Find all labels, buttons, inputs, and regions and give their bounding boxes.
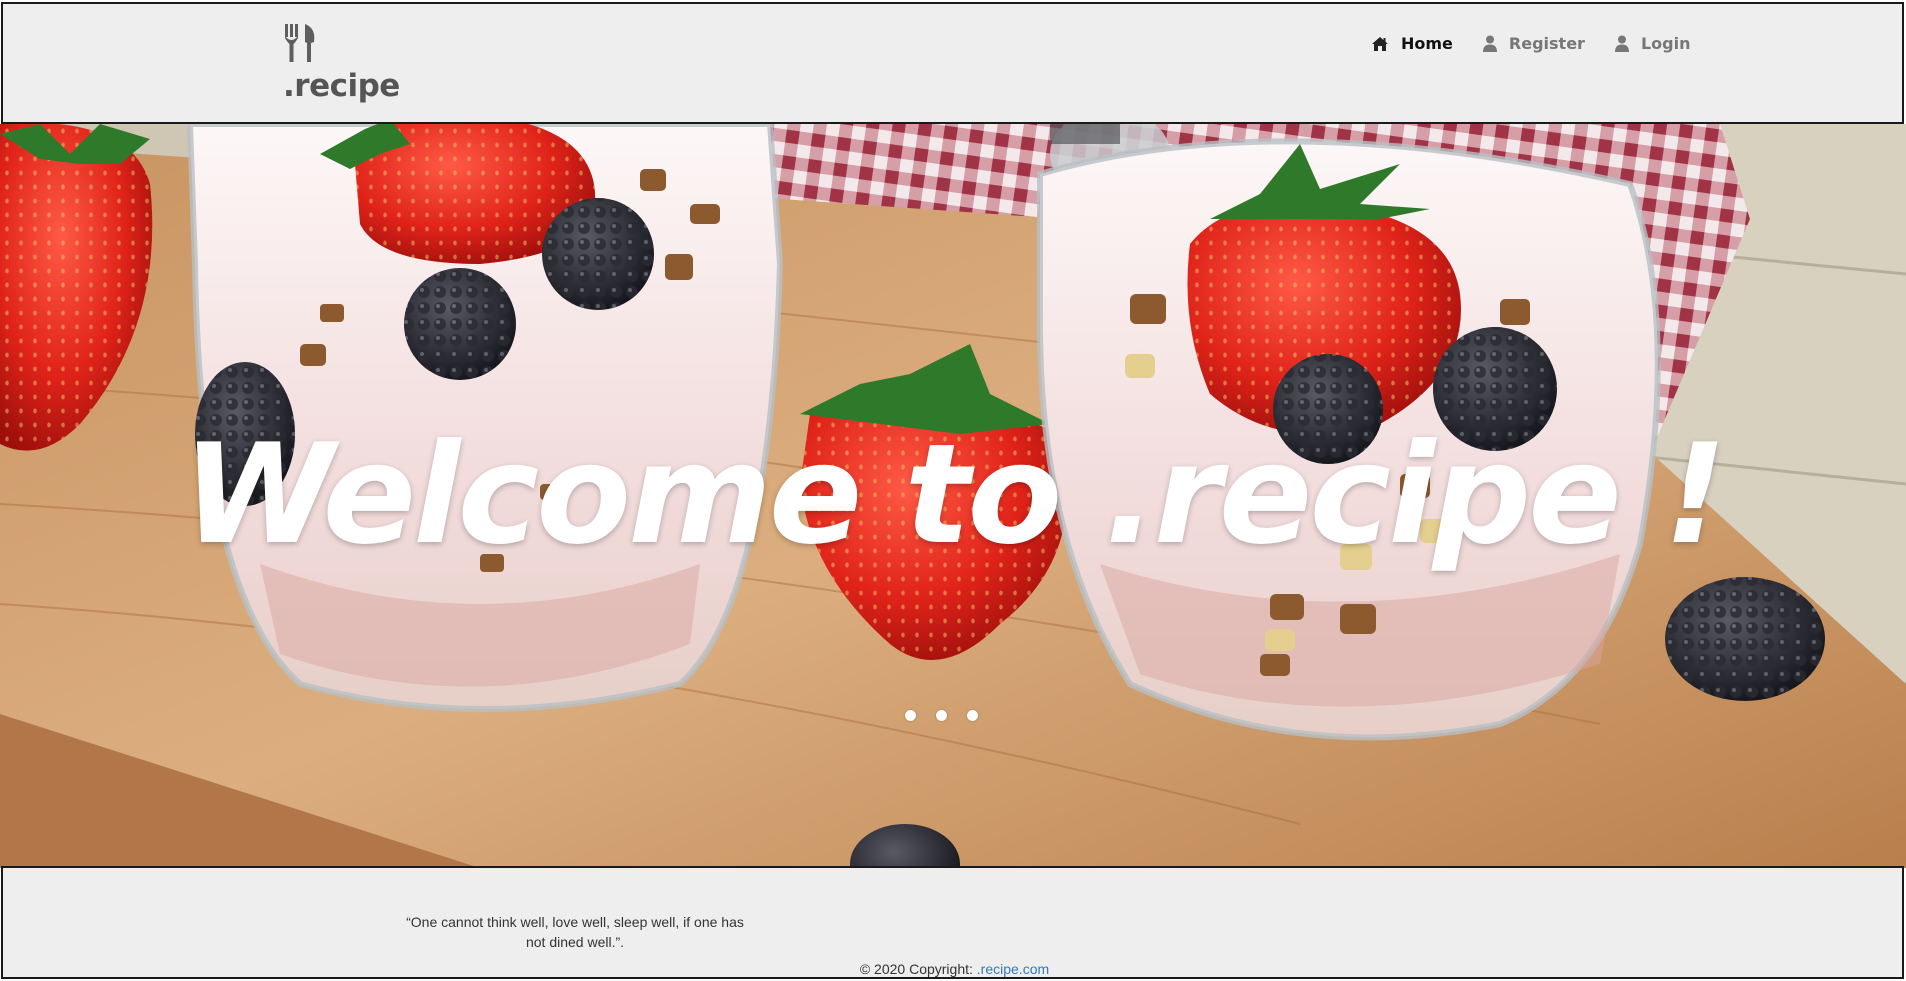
nav-login-label: Login (1640, 34, 1691, 53)
nav-register[interactable]: Register (1482, 34, 1585, 53)
copyright-link[interactable]: .recipe.com (977, 961, 1049, 977)
user-icon (1614, 35, 1629, 52)
site-header: .recipe Home Register Login (1, 2, 1904, 124)
carousel-dot-1[interactable] (905, 710, 916, 721)
copyright-text: © 2020 Copyright: (859, 961, 977, 977)
nav-home[interactable]: Home (1371, 34, 1453, 53)
fork-knife-icon (285, 24, 315, 62)
nav-register-label: Register (1508, 34, 1585, 53)
nav-home-label: Home (1401, 34, 1453, 53)
home-icon (1372, 36, 1388, 51)
user-icon (1482, 35, 1497, 52)
nav-login[interactable]: Login (1614, 34, 1691, 53)
footer-copyright: © 2020 Copyright: .recipe.com (3, 961, 1906, 977)
site-footer: “One cannot think well, love well, sleep… (1, 866, 1904, 979)
brand-logo[interactable]: .recipe (283, 24, 400, 104)
carousel-dot-3[interactable] (967, 710, 978, 721)
carousel-dot-2[interactable] (936, 710, 947, 721)
hero-title: Welcome to .recipe ! (182, 414, 1727, 575)
footer-quote: “One cannot think well, love well, sleep… (406, 914, 744, 950)
main-nav: Home Register Login (1371, 34, 1720, 53)
brand-name: .recipe (283, 68, 400, 104)
carousel-indicators (905, 710, 998, 721)
hero-carousel[interactable]: Welcome to .recipe ! (0, 124, 1906, 868)
